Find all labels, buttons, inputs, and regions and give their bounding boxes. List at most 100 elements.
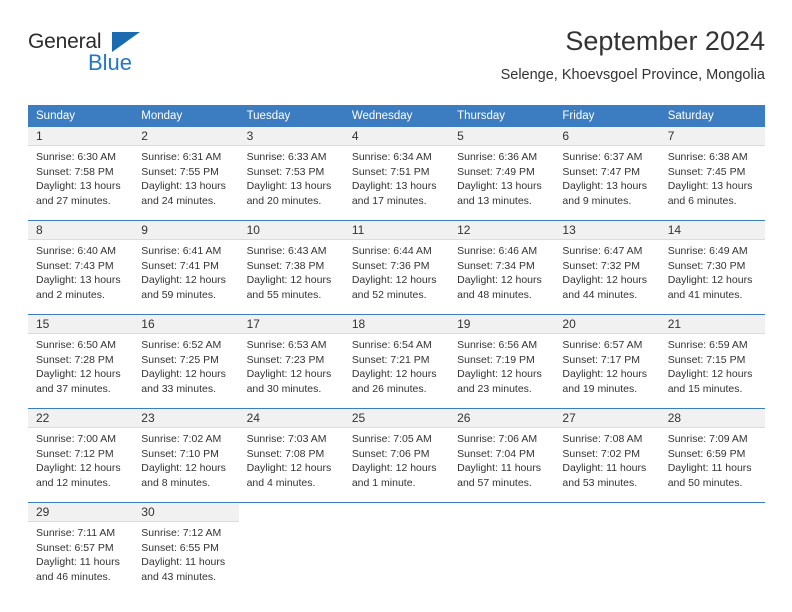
day-cell[interactable]: 29 Sunrise: 7:11 AM Sunset: 6:57 PM Dayligh… [28, 503, 134, 596]
day-info: Sunrise: 7:09 AM Sunset: 6:59 PM Daylight:… [660, 428, 765, 490]
day-number-band: 7 [659, 127, 765, 146]
day-cell[interactable]: 22 Sunrise: 7:00 AM Sunset: 7:12 PM Dayligh… [28, 409, 134, 502]
weekday-header-row: Sunday Monday Tuesday Wednesday Thursday Frid… [28, 105, 765, 127]
sunset-text: Sunset: 7:12 PM [36, 447, 114, 460]
sunset-text: Sunset: 7:55 PM [141, 165, 219, 178]
day-cell[interactable]: 28 Sunrise: 7:09 AM Sunset: 6:59 PM Dayligh… [659, 409, 765, 502]
sunset-text: Sunset: 7:53 PM [246, 165, 325, 178]
day-cell[interactable]: 9 Sunrise: 6:41 AM Sunset: 7:41 PM Daylight… [133, 221, 239, 314]
daylight-text: Daylight: 12 hours and 15 minutes. [667, 368, 753, 395]
day-cell[interactable]: 21 Sunrise: 6:59 AM Sunset: 7:15 PM Dayligh… [659, 315, 765, 408]
day-info: Sunrise: 6:38 AM Sunset: 7:45 PM Daylight:… [660, 146, 765, 208]
day-number-band: 1 [28, 127, 134, 146]
day-cell[interactable]: 17 Sunrise: 6:53 AM Sunset: 7:23 PM Dayligh… [238, 315, 344, 408]
sunset-text: Sunset: 7:45 PM [667, 165, 746, 178]
day-cell[interactable]: 7 Sunrise: 6:38 AM Sunset: 7:45 PM Daylight… [659, 127, 765, 220]
day-number: 4 [351, 129, 359, 143]
daylight-text: Daylight: 13 hours and 2 minutes. [36, 274, 121, 301]
day-cell[interactable]: 15 Sunrise: 6:50 AM Sunset: 7:28 PM Dayligh… [28, 315, 134, 408]
page-subtitle: Selenge, Khoevsgoel Province, Mongolia [500, 67, 765, 83]
day-info: Sunrise: 7:02 AM Sunset: 7:10 PM Daylight:… [133, 428, 238, 490]
day-info: Sunrise: 6:57 AM Sunset: 7:17 PM Daylight:… [554, 334, 659, 396]
calendar-grid: Sunday Monday Tuesday Wednesday Thursday Frid… [28, 105, 765, 596]
day-info: Sunrise: 6:30 AM Sunset: 7:58 PM Daylight:… [28, 146, 133, 208]
sunset-text: Sunset: 7:21 PM [351, 353, 430, 366]
calendar-page: General Blue September 2024 Selenge, Kho… [0, 0, 792, 612]
daylight-text: Daylight: 12 hours and 37 minutes. [36, 368, 121, 395]
day-cell[interactable]: 4 Sunrise: 6:34 AM Sunset: 7:51 PM Daylight… [343, 127, 450, 220]
sunrise-text: Sunrise: 6:59 AM [667, 339, 748, 351]
day-cell[interactable]: 8 Sunrise: 6:40 AM Sunset: 7:43 PM Daylight… [28, 221, 134, 314]
day-cell[interactable]: 5 Sunrise: 6:36 AM Sunset: 7:49 PM Daylight… [449, 127, 555, 220]
sunrise-text: Sunrise: 7:02 AM [141, 433, 222, 445]
day-number-band: 25 [343, 409, 450, 428]
daylight-text: Daylight: 12 hours and 4 minutes. [246, 462, 332, 489]
day-number: 19 [457, 317, 471, 331]
day-cell[interactable]: 23 Sunrise: 7:02 AM Sunset: 7:10 PM Dayligh… [133, 409, 239, 502]
day-cell-empty [659, 503, 765, 596]
sunset-text: Sunset: 7:34 PM [457, 259, 535, 272]
day-number: 30 [141, 505, 155, 519]
sunset-text: Sunset: 6:55 PM [141, 541, 219, 554]
sunrise-text: Sunrise: 6:43 AM [246, 245, 327, 257]
daylight-text: Daylight: 13 hours and 17 minutes. [351, 180, 437, 207]
sunrise-text: Sunrise: 6:56 AM [457, 339, 538, 351]
day-cell[interactable]: 2 Sunrise: 6:31 AM Sunset: 7:55 PM Daylight… [133, 127, 239, 220]
day-cell[interactable]: 18 Sunrise: 6:54 AM Sunset: 7:21 PM Dayligh… [343, 315, 450, 408]
day-number-band: 29 [28, 503, 134, 522]
daylight-text: Daylight: 12 hours and 26 minutes. [351, 368, 437, 395]
sunset-text: Sunset: 7:36 PM [351, 259, 430, 272]
day-number: 7 [667, 129, 675, 143]
generalblue-logo[interactable]: General Blue [28, 30, 158, 78]
daylight-text: Daylight: 12 hours and 23 minutes. [457, 368, 542, 395]
daylight-text: Daylight: 12 hours and 33 minutes. [141, 368, 226, 395]
sunrise-text: Sunrise: 6:30 AM [36, 151, 116, 163]
day-cell[interactable]: 11 Sunrise: 6:44 AM Sunset: 7:36 PM Dayligh… [343, 221, 450, 314]
weekday-header-monday: Monday [141, 110, 183, 122]
day-cell[interactable]: 20 Sunrise: 6:57 AM Sunset: 7:17 PM Dayligh… [554, 315, 660, 408]
day-number-band [343, 503, 450, 522]
day-cell[interactable]: 16 Sunrise: 6:52 AM Sunset: 7:25 PM Dayligh… [133, 315, 239, 408]
day-cell[interactable]: 30 Sunrise: 7:12 AM Sunset: 6:55 PM Dayligh… [133, 503, 239, 596]
day-number: 11 [351, 223, 365, 237]
day-number-band: 24 [238, 409, 344, 428]
sunrise-text: Sunrise: 7:00 AM [36, 433, 116, 445]
daylight-text: Daylight: 12 hours and 30 minutes. [246, 368, 332, 395]
day-cell[interactable]: 14 Sunrise: 6:49 AM Sunset: 7:30 PM Dayligh… [659, 221, 765, 314]
day-number: 17 [246, 317, 260, 331]
sunset-text: Sunset: 7:38 PM [246, 259, 325, 272]
day-cell[interactable]: 10 Sunrise: 6:43 AM Sunset: 7:38 PM Dayligh… [238, 221, 344, 314]
day-cell[interactable]: 1 Sunrise: 6:30 AM Sunset: 7:58 PM Daylight… [28, 127, 134, 220]
day-info: Sunrise: 6:31 AM Sunset: 7:55 PM Daylight:… [133, 146, 238, 208]
sunset-text: Sunset: 7:17 PM [562, 353, 641, 366]
sunset-text: Sunset: 7:06 PM [351, 447, 430, 460]
weekday-header-wednesday: Wednesday [351, 110, 413, 122]
sunrise-text: Sunrise: 6:37 AM [562, 151, 643, 163]
day-cell[interactable]: 27 Sunrise: 7:08 AM Sunset: 7:02 PM Dayligh… [554, 409, 660, 502]
day-number: 9 [141, 223, 148, 237]
day-cell[interactable]: 13 Sunrise: 6:47 AM Sunset: 7:32 PM Dayligh… [554, 221, 660, 314]
day-number: 6 [562, 129, 570, 143]
daylight-text: Daylight: 12 hours and 44 minutes. [562, 274, 648, 301]
daylight-text: Daylight: 12 hours and 48 minutes. [457, 274, 542, 301]
day-cell[interactable]: 3 Sunrise: 6:33 AM Sunset: 7:53 PM Daylight… [238, 127, 344, 220]
day-info: Sunrise: 6:44 AM Sunset: 7:36 PM Daylight:… [344, 240, 449, 302]
day-number-band: 19 [449, 315, 555, 334]
day-number-band: 12 [449, 221, 555, 240]
day-number-band: 16 [133, 315, 239, 334]
day-cell[interactable]: 6 Sunrise: 6:37 AM Sunset: 7:47 PM Daylight… [554, 127, 660, 220]
sunrise-text: Sunrise: 7:12 AM [141, 527, 222, 539]
day-cell[interactable]: 24 Sunrise: 7:03 AM Sunset: 7:08 PM Dayligh… [238, 409, 344, 502]
day-cell[interactable]: 12 Sunrise: 6:46 AM Sunset: 7:34 PM Dayligh… [449, 221, 555, 314]
day-cell[interactable]: 26 Sunrise: 7:06 AM Sunset: 7:04 PM Dayligh… [449, 409, 555, 502]
day-number: 21 [667, 317, 682, 331]
sunset-text: Sunset: 7:15 PM [667, 353, 746, 366]
day-cell[interactable]: 19 Sunrise: 6:56 AM Sunset: 7:19 PM Dayligh… [449, 315, 555, 408]
day-info: Sunrise: 7:06 AM Sunset: 7:04 PM Daylight:… [449, 428, 554, 490]
daylight-text: Daylight: 11 hours and 57 minutes. [457, 462, 541, 489]
day-number: 22 [36, 411, 50, 425]
sunrise-text: Sunrise: 6:33 AM [246, 151, 327, 163]
day-number: 10 [246, 223, 260, 237]
day-cell[interactable]: 25 Sunrise: 7:05 AM Sunset: 7:06 PM Dayligh… [343, 409, 450, 502]
sunset-text: Sunset: 7:41 PM [141, 259, 219, 272]
